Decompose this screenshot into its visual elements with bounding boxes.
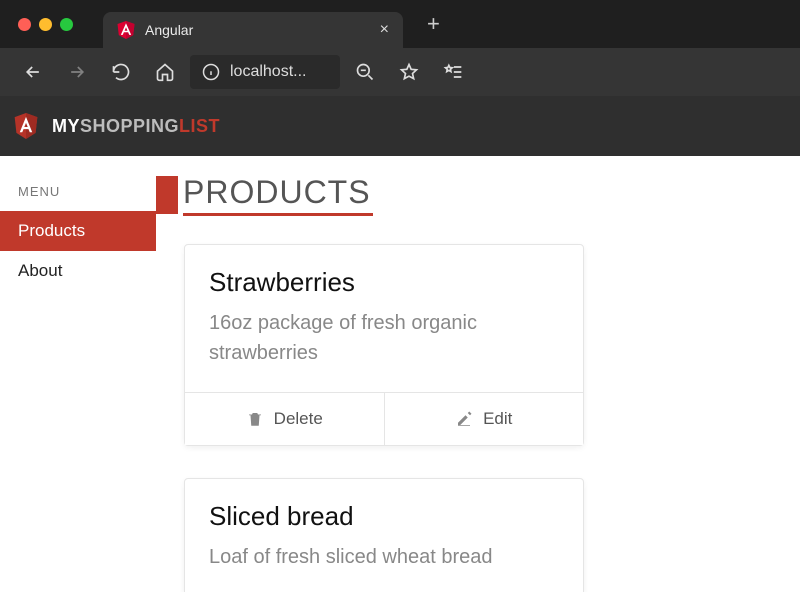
title-accent-bar [156,176,178,214]
zoom-out-icon [355,62,375,82]
favorite-button[interactable] [390,53,428,91]
card-body: Sliced bread Loaf of fresh sliced wheat … [185,479,583,592]
reload-icon [111,62,131,82]
sidebar-item-about[interactable]: About [0,251,156,291]
edit-button[interactable]: Edit [385,393,584,445]
close-icon[interactable]: × [380,21,389,39]
product-description: Loaf of fresh sliced wheat bread [209,542,559,572]
menu-heading: MENU [0,180,156,211]
arrow-right-icon [67,62,87,82]
card-actions: Delete Edit [185,392,583,445]
card-body: Strawberries 16oz package of fresh organ… [185,245,583,392]
reload-button[interactable] [102,53,140,91]
content: MENU Products About PRODUCTS Strawberrie… [0,156,800,592]
trash-icon [246,410,264,428]
window-minimize[interactable] [39,18,52,31]
new-tab-button[interactable]: + [419,9,448,39]
brand-logo: MYSHOPPINGLIST [52,116,220,137]
main: PRODUCTS Strawberries 16oz package of fr… [156,156,800,592]
favorites-list-button[interactable] [434,53,472,91]
home-button[interactable] [146,53,184,91]
address-text: localhost... [230,63,306,81]
brand-part1: MY [52,116,80,136]
brand-part2: SHOPPING [80,116,179,136]
star-icon [399,62,419,82]
sidebar-item-label: Products [18,221,85,240]
zoom-out-button[interactable] [346,53,384,91]
product-name: Strawberries [209,267,559,298]
sidebar-item-products[interactable]: Products [0,211,156,251]
home-icon [155,62,175,82]
delete-button[interactable]: Delete [185,393,385,445]
product-name: Sliced bread [209,501,559,532]
edit-icon [455,410,473,428]
browser-tab[interactable]: Angular × [103,12,403,48]
page-title-text: PRODUCTS [183,174,373,216]
window-controls [18,18,73,31]
shield-icon [14,112,38,140]
product-card: Strawberries 16oz package of fresh organ… [184,244,584,446]
angular-icon [117,21,135,39]
browser-tab-bar: Angular × + [0,0,800,48]
info-icon [202,63,220,81]
browser-toolbar: localhost... [0,48,800,96]
product-card: Sliced bread Loaf of fresh sliced wheat … [184,478,584,592]
app-header: MYSHOPPINGLIST [0,96,800,156]
star-list-icon [443,62,463,82]
edit-label: Edit [483,409,512,429]
sidebar: MENU Products About [0,156,156,592]
address-bar[interactable]: localhost... [190,55,340,89]
back-button[interactable] [14,53,52,91]
brand-part3: LIST [179,116,220,136]
sidebar-item-label: About [18,261,62,280]
page-title: PRODUCTS [156,174,800,216]
tab-title: Angular [145,22,193,38]
delete-label: Delete [274,409,323,429]
product-description: 16oz package of fresh organic strawberri… [209,308,559,368]
window-maximize[interactable] [60,18,73,31]
arrow-left-icon [23,62,43,82]
window-close[interactable] [18,18,31,31]
forward-button[interactable] [58,53,96,91]
